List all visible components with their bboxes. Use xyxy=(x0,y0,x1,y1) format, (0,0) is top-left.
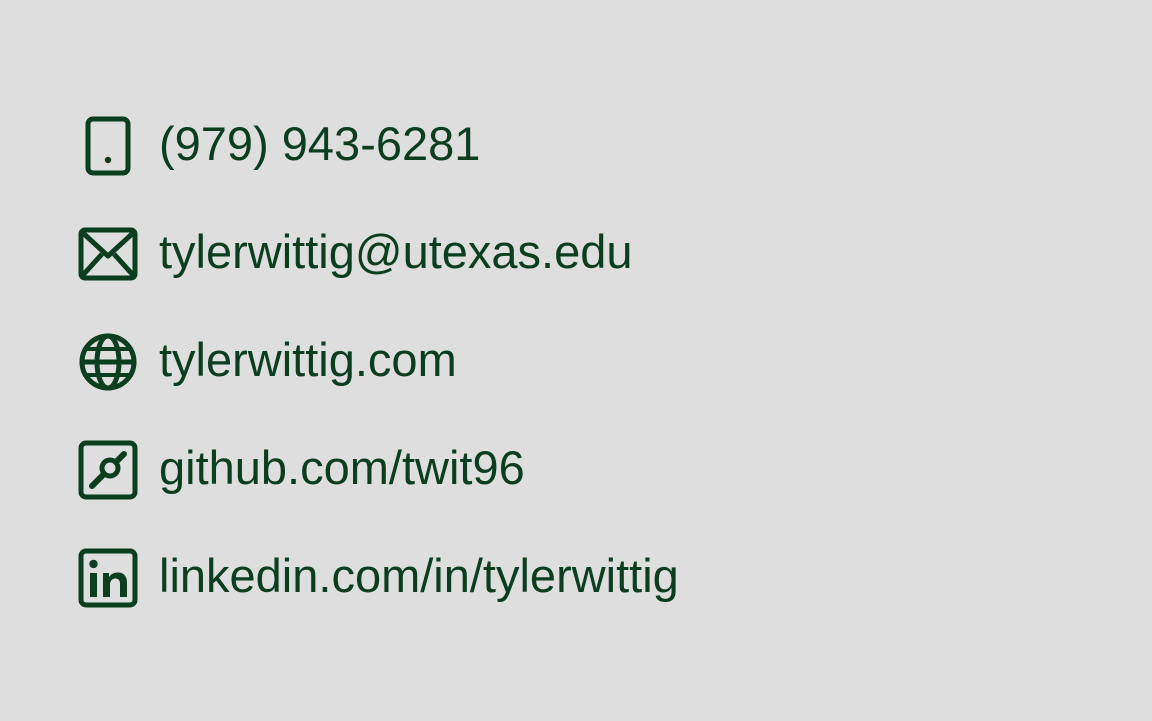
globe-icon xyxy=(78,332,138,392)
phone-number: (979) 943-6281 xyxy=(159,117,481,170)
linkedin-url: linkedin.com/in/tylerwittig xyxy=(159,549,679,602)
github-icon xyxy=(78,440,138,500)
github-url: github.com/twit96 xyxy=(159,441,525,494)
phone-icon xyxy=(78,116,138,176)
email-address: tylerwittig@utexas.edu xyxy=(159,225,633,278)
linkedin-icon xyxy=(78,548,138,608)
email-icon xyxy=(78,224,138,284)
website-url: tylerwittig.com xyxy=(159,333,457,386)
